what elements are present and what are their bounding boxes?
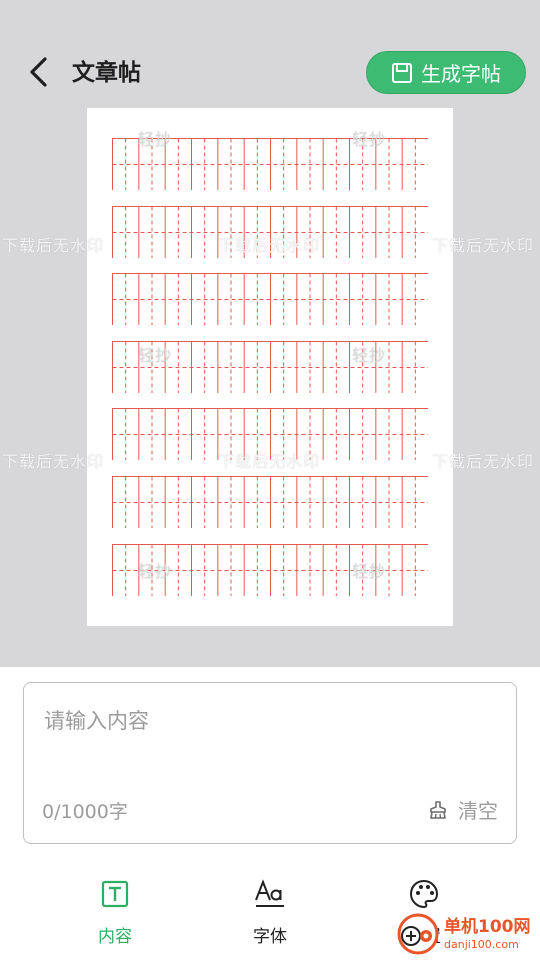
- grid-row: [112, 543, 428, 596]
- font-icon: [255, 879, 284, 907]
- grid-row: [112, 340, 428, 393]
- brand-url: danji100.com: [444, 937, 519, 951]
- broom-icon: [430, 800, 446, 819]
- generate-copybook-button[interactable]: 生成字帖: [366, 51, 526, 94]
- nav-label-content: 内容: [98, 927, 132, 947]
- page-title: 文章帖: [72, 60, 141, 86]
- copybook-paper: [87, 108, 453, 626]
- nav-label-font: 字体: [253, 927, 287, 947]
- nav-item-font[interactable]: 字体: [225, 876, 315, 947]
- brand-logo-icon: [397, 913, 439, 955]
- grid-row: [112, 138, 428, 190]
- generate-button-label: 生成字帖: [421, 62, 501, 86]
- site-watermark: 单机100网 danji100.com: [396, 912, 531, 956]
- brand-name: 单机100网: [444, 916, 531, 937]
- clear-button-label: 清空: [458, 799, 498, 823]
- text-box-icon: [101, 880, 129, 908]
- grid-row: [112, 408, 428, 461]
- char-counter: 0/1000字: [42, 801, 128, 823]
- save-icon: [392, 62, 412, 83]
- grid-row: [112, 476, 428, 528]
- content-input[interactable]: [42, 703, 486, 787]
- palette-icon: [409, 879, 439, 909]
- grid-row: [112, 273, 428, 326]
- grid-row: [112, 205, 428, 258]
- content-input-box: 0/1000字 清空: [23, 682, 517, 844]
- back-button[interactable]: [18, 52, 58, 92]
- nav-item-content[interactable]: 内容: [70, 876, 160, 947]
- chevron-left-icon: [30, 57, 47, 87]
- clear-button[interactable]: 清空: [428, 795, 498, 824]
- preview-area: 文章帖 生成字帖 轻抄 轻抄 下载后无水印 下载后无水印 下载后无水印 轻抄 轻…: [0, 0, 540, 667]
